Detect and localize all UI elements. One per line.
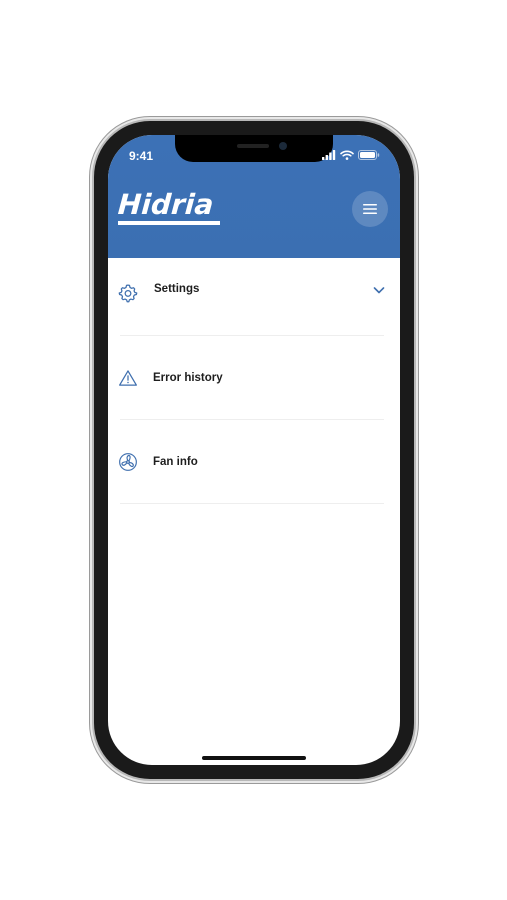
phone-power-button [414, 290, 418, 366]
stage: 9:41 Hidria Settings Error history Fan i… [0, 0, 507, 900]
warning-icon [119, 370, 137, 386]
front-camera [279, 142, 287, 150]
chevron-down-icon[interactable] [372, 283, 386, 297]
menu-button[interactable] [352, 191, 388, 227]
menu-item-label: Error history [153, 372, 223, 384]
home-indicator[interactable] [202, 756, 306, 760]
status-icons [322, 150, 380, 160]
menu-item-fan-info[interactable]: Fan info [108, 420, 400, 504]
menu-item-label: Fan info [153, 456, 198, 468]
logo-underline [118, 221, 220, 225]
logo-text: Hidria [116, 188, 215, 221]
fan-icon [119, 453, 137, 471]
divider [120, 503, 384, 504]
status-time: 9:41 [129, 149, 154, 163]
phone-screen: 9:41 Hidria Settings Error history Fan i… [108, 135, 400, 765]
cellular-signal-icon [322, 150, 336, 160]
menu-item-settings[interactable]: Settings [108, 258, 400, 336]
speaker-grille [237, 144, 269, 148]
battery-icon [358, 150, 380, 160]
menu-list: Settings Error history Fan info [108, 258, 400, 504]
menu-item-error-history[interactable]: Error history [108, 336, 400, 420]
menu-item-label: Settings [154, 283, 200, 295]
phone-notch [175, 135, 333, 162]
gear-icon [118, 284, 138, 303]
hamburger-icon [363, 204, 377, 214]
wifi-icon [340, 150, 354, 160]
hidria-logo: Hidria [116, 188, 220, 227]
app-header: 9:41 Hidria [108, 135, 400, 258]
